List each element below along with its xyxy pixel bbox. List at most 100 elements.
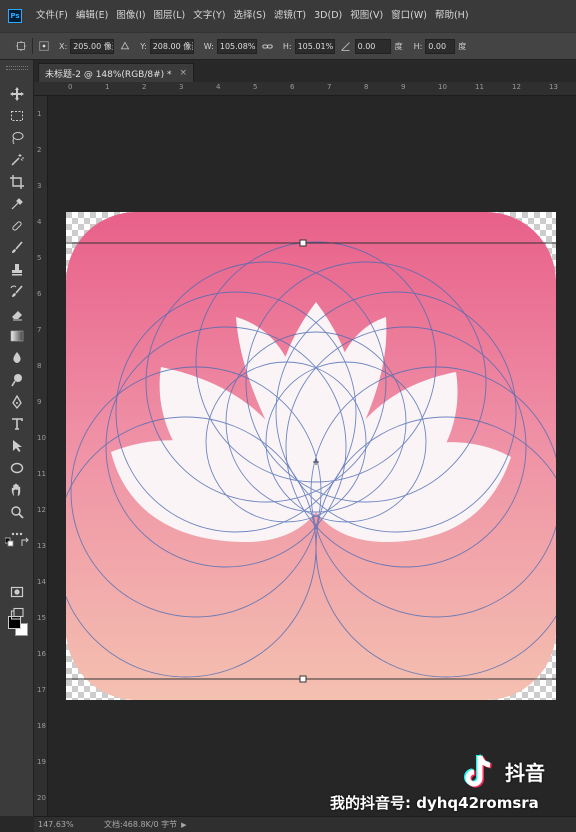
magic-wand-tool-icon[interactable] [9, 152, 25, 168]
ruler-tick-label: 5 [37, 254, 42, 262]
y-label: Y: [140, 41, 147, 51]
document-canvas[interactable] [66, 212, 556, 700]
path-selection-icon[interactable] [9, 438, 25, 454]
relative-position-icon[interactable] [118, 39, 132, 53]
status-bar: 147.63% 文档:468.8K/0 字节 ▶ [34, 816, 576, 832]
ruler-tick-label: 7 [327, 83, 332, 91]
w-label: W: [203, 41, 214, 51]
menu-view[interactable]: 视图(V) [346, 0, 387, 32]
eyedropper-tool-icon[interactable] [9, 196, 25, 212]
gradient-tool-icon[interactable] [9, 328, 25, 344]
menu-edit[interactable]: 编辑(E) [72, 0, 112, 32]
ruler-tick-label: 13 [37, 542, 46, 550]
lasso-tool-icon[interactable] [9, 130, 25, 146]
vertical-ruler[interactable]: 1 2 3 4 5 6 7 8 9 10 11 12 13 14 15 16 17 18 19 20 [34, 96, 48, 816]
crop-tool-icon[interactable] [9, 174, 25, 190]
ruler-tick-label: 9 [401, 83, 406, 91]
ruler-tick-label: 18 [37, 722, 46, 730]
ruler-tick-label: 19 [37, 758, 46, 766]
default-colors-icon[interactable] [5, 537, 15, 548]
ruler-tick-label: 3 [179, 83, 184, 91]
height-scale-field[interactable]: 105.01% [294, 38, 335, 54]
status-menu-arrow-icon[interactable]: ▶ [181, 821, 186, 829]
ruler-tick-label: 13 [549, 83, 558, 91]
menu-3d[interactable]: 3D(D) [310, 0, 346, 32]
ruler-tick-label: 1 [105, 83, 110, 91]
x-position-field[interactable]: 205.00 像素 [70, 38, 115, 54]
document-tab-title: 未标题-2 @ 148%(RGB/8#) * [45, 69, 172, 80]
quick-mask-icon[interactable] [9, 584, 25, 600]
document-size-info: 文档:468.8K/0 字节 [104, 820, 178, 829]
close-tab-icon[interactable]: × [180, 68, 188, 78]
watermark-account: 我的抖音号: dyhq42romsra [330, 794, 539, 812]
y-position-field[interactable]: 208.00 像素 [149, 38, 194, 54]
hand-tool-icon[interactable] [9, 482, 25, 498]
transform-handle[interactable] [299, 675, 307, 683]
menu-list: 文件(F) 编辑(E) 图像(I) 图层(L) 文字(Y) 选择(S) 滤镜(T… [32, 0, 473, 32]
ruler-tick-label: 6 [290, 83, 295, 91]
tools-panel [0, 60, 34, 816]
move-tool-icon[interactable] [9, 86, 25, 102]
skew-h-label: H: [413, 41, 423, 51]
photoshop-logo-icon[interactable]: Ps [8, 9, 22, 23]
menu-select[interactable]: 选择(S) [229, 0, 269, 32]
ruler-tick-label: 12 [37, 506, 46, 514]
tool-preset-icon[interactable] [14, 39, 28, 53]
ruler-tick-label: 16 [37, 650, 46, 658]
h-label: H: [282, 41, 292, 51]
watermark-brand: 抖音 [505, 761, 545, 785]
history-brush-icon[interactable] [9, 284, 25, 300]
transform-handle[interactable] [299, 239, 307, 247]
ruler-tick-label: 8 [364, 83, 369, 91]
transform-options-bar: X: 205.00 像素 Y: 208.00 像素 W: 105.08% H: … [0, 32, 576, 60]
ruler-tick-label: 2 [142, 83, 147, 91]
pen-tool-icon[interactable] [9, 394, 25, 410]
ruler-tick-label: 7 [37, 326, 42, 334]
screen-mode-icon[interactable] [9, 606, 25, 622]
menu-type[interactable]: 文字(Y) [189, 0, 229, 32]
ellipse-tool-icon[interactable] [9, 460, 25, 476]
swap-colors-icon[interactable] [20, 537, 30, 548]
width-scale-field[interactable]: 105.08% [216, 38, 257, 54]
menu-file[interactable]: 文件(F) [32, 0, 72, 32]
zoom-tool-icon[interactable] [9, 504, 25, 520]
menu-image[interactable]: 图像(I) [112, 0, 149, 32]
ruler-tick-label: 10 [438, 83, 447, 91]
type-tool-icon[interactable] [9, 416, 25, 432]
document-tab[interactable]: 未标题-2 @ 148%(RGB/8#) * × [38, 63, 195, 82]
ruler-tick-label: 0 [68, 83, 73, 91]
ruler-tick-label: 8 [37, 362, 42, 370]
rotate-angle-field[interactable]: 0.00 [354, 38, 391, 54]
x-label: X: [59, 41, 68, 51]
skew-unit: 度 [458, 41, 467, 51]
ruler-tick-label: 1 [37, 110, 42, 118]
divider [32, 38, 33, 54]
healing-brush-icon[interactable] [9, 218, 25, 234]
marquee-tool-icon[interactable] [9, 108, 25, 124]
menu-filter[interactable]: 滤镜(T) [270, 0, 310, 32]
canvas-workspace[interactable] [48, 96, 576, 816]
angle-icon [339, 39, 353, 53]
reference-point-icon[interactable] [37, 39, 51, 53]
ruler-tick-label: 5 [253, 83, 258, 91]
ruler-tick-label: 11 [475, 83, 484, 91]
dodge-tool-icon[interactable] [9, 372, 25, 388]
eraser-tool-icon[interactable] [9, 306, 25, 322]
photoshop-window: Ps 文件(F) 编辑(E) 图像(I) 图层(L) 文字(Y) 选择(S) 滤… [0, 0, 576, 832]
ruler-tick-label: 14 [37, 578, 46, 586]
menu-window[interactable]: 窗口(W) [387, 0, 431, 32]
ruler-tick-label: 4 [216, 83, 221, 91]
menu-help[interactable]: 帮助(H) [431, 0, 473, 32]
menu-bar: Ps 文件(F) 编辑(E) 图像(I) 图层(L) 文字(Y) 选择(S) 滤… [0, 0, 576, 32]
horizontal-ruler[interactable]: 01234567891011121314 [34, 82, 576, 96]
ruler-tick-label: 9 [37, 398, 42, 406]
skew-h-field[interactable]: 0.00 [425, 38, 456, 54]
link-icon[interactable] [261, 39, 275, 53]
artwork[interactable] [66, 212, 556, 700]
blur-tool-icon[interactable] [9, 350, 25, 366]
brush-tool-icon[interactable] [9, 240, 25, 256]
zoom-level[interactable]: 147.63% [38, 820, 98, 829]
clone-stamp-icon[interactable] [9, 262, 25, 278]
menu-layer[interactable]: 图层(L) [150, 0, 190, 32]
panel-grip[interactable] [6, 66, 28, 70]
